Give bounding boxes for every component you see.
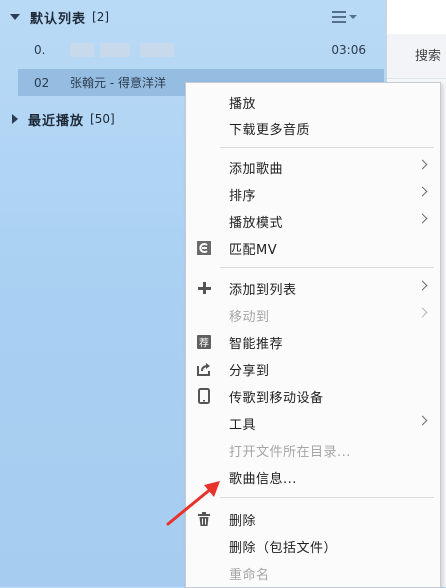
menu-item-play[interactable]: 播放 [186, 89, 440, 115]
recommend-icon: 荐 [197, 335, 211, 350]
tab-search[interactable]: 搜索 [387, 34, 446, 79]
song-title: 张翰元 - 得意洋洋 [70, 76, 166, 90]
menu-item-smart-recommend[interactable]: 荐 智能推荐 [186, 329, 440, 355]
mv-icon [197, 241, 211, 255]
group-count-default: [2] [92, 10, 110, 24]
menu-item-move-to[interactable]: 移动到 [186, 302, 440, 328]
menu-item-transfer-device[interactable]: 传歌到移动设备 [186, 383, 440, 409]
menu-item-sort[interactable]: 排序 [186, 181, 440, 207]
song-duration: 03:06 [331, 42, 366, 57]
chevron-down-icon[interactable] [349, 15, 357, 19]
song-number: 0. [34, 42, 46, 57]
menu-item-add-to-list[interactable]: 添加到列表 [186, 275, 440, 301]
menu-item-share[interactable]: 分享到 [186, 356, 440, 382]
menu-separator [220, 147, 434, 148]
annotation-arrow-icon [166, 481, 220, 526]
svg-text:荐: 荐 [199, 338, 209, 350]
blurred-text [100, 42, 130, 57]
blurred-text [140, 42, 174, 57]
submenu-arrow-icon [417, 415, 428, 426]
submenu-arrow-icon [417, 159, 428, 170]
menu-item-download-quality[interactable]: 下载更多音质 [186, 115, 440, 141]
menu-item-play-mode[interactable]: 播放模式 [186, 208, 440, 234]
menu-item-rename[interactable]: 重命名 [186, 560, 440, 586]
menu-item-tools[interactable]: 工具 [186, 410, 440, 436]
blurred-text [70, 42, 94, 57]
table-row[interactable]: 0. 03:06 [18, 36, 384, 63]
menu-item-add-song[interactable]: 添加歌曲 [186, 154, 440, 180]
menu-item-delete-with-file[interactable]: 删除（包括文件） [186, 533, 440, 559]
mobile-device-icon [198, 388, 210, 404]
expand-down-icon[interactable] [10, 14, 20, 20]
submenu-arrow-icon [417, 213, 428, 224]
song-number: 02 [34, 75, 50, 90]
submenu-arrow-icon [417, 186, 428, 197]
menu-separator [220, 497, 434, 498]
submenu-arrow-icon [417, 307, 428, 318]
menu-separator [220, 267, 434, 268]
list-menu-icon[interactable] [332, 11, 346, 26]
plus-icon [198, 282, 211, 294]
right-panel-top [387, 0, 446, 35]
group-count-recent: [50] [90, 112, 115, 126]
expand-right-icon[interactable] [12, 114, 18, 124]
share-icon [197, 363, 210, 376]
group-title-default: 默认列表 [30, 11, 87, 27]
menu-item-open-folder[interactable]: 打开文件所在目录... [186, 437, 440, 463]
submenu-arrow-icon [417, 280, 428, 291]
group-header-default[interactable]: 默认列表 [2] [0, 2, 386, 32]
group-title-recent: 最近播放 [28, 113, 85, 129]
menu-item-match-mv[interactable]: 匹配MV [186, 235, 440, 261]
